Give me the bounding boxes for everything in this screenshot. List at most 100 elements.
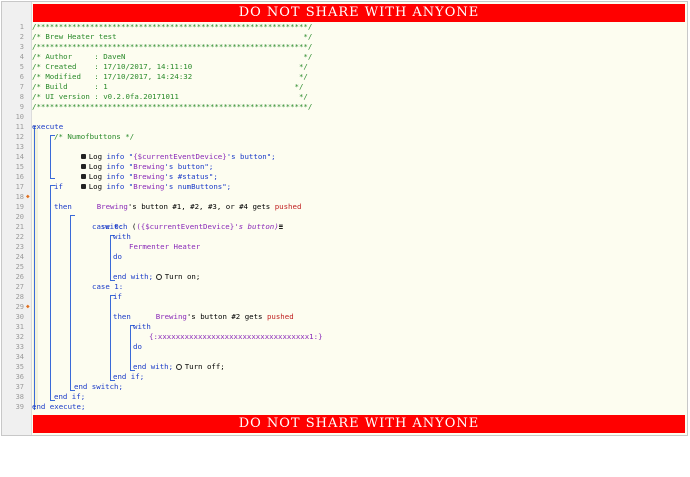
log-statement-2[interactable]: Log info "Brewing's button"; <box>54 152 213 171</box>
condition-event: pushed <box>266 312 294 321</box>
switch-variable: ({$currentEventDevice} <box>136 222 235 231</box>
command-text: Turn on; <box>164 272 201 281</box>
line-number: 26 <box>15 273 24 281</box>
if1-bracket <box>50 185 52 401</box>
line-number: 34 <box>15 353 24 361</box>
log-device: Brewing <box>133 182 165 191</box>
log-label: Log <box>88 182 107 191</box>
with2-device[interactable]: {:xxxxxxxxxxxxxxxxxxxxxxxxxxxxxxxxxx1:} <box>149 332 323 342</box>
line-number: 7 <box>19 83 24 91</box>
code-line-9: /***************************************… <box>32 102 313 111</box>
line-number: 9 <box>19 103 24 111</box>
then1-keyword[interactable]: then <box>54 202 72 212</box>
then2-keyword[interactable]: then <box>113 312 131 322</box>
line-number: 4 <box>19 53 24 61</box>
end-execute[interactable]: end execute; <box>32 402 85 412</box>
with2-keyword[interactable]: with <box>133 322 151 332</box>
numofbuttons-comment[interactable]: /* Numofbuttons */ <box>54 132 134 142</box>
condition-text: 's button #1, #2, #3, or #4 gets <box>127 202 275 211</box>
switch-statement[interactable]: switch (({$currentEventDevice}'s button)… <box>74 212 283 231</box>
line-number: 11 <box>15 123 24 131</box>
line-number: 29 <box>15 303 24 311</box>
line-number: 14 <box>15 153 24 161</box>
turn-off-command[interactable]: Turn off; <box>149 352 225 371</box>
with1-bracket <box>110 235 112 281</box>
line-number: 31 <box>15 323 24 331</box>
code-line-2: /* Brew Heater test */ <box>32 32 313 41</box>
code-line-4: /* Author : DaveN */ <box>32 52 313 61</box>
code-area: DO NOT SHARE WITH ANYONE /**************… <box>32 2 687 435</box>
code-line-5: /* Created : 17/10/2017, 14:11:10 */ <box>32 62 308 71</box>
log-level: info <box>106 182 125 191</box>
end-if1[interactable]: end if; <box>54 392 85 402</box>
end-if2[interactable]: end if; <box>113 372 144 382</box>
line-number: 32 <box>15 333 24 341</box>
condition-device: Brewing <box>96 202 128 211</box>
line-number: 12 <box>15 133 24 141</box>
line-number: 5 <box>19 63 24 71</box>
line-number: 13 <box>15 143 24 151</box>
line-number: 30 <box>15 313 24 321</box>
with1-device[interactable]: Fermenter Heater <box>129 242 200 252</box>
line-number: 1 <box>19 23 24 31</box>
lock-icon <box>80 184 86 189</box>
piston-editor: 1 2 3 4 5 6 7 8 9 10 11 12 13 14 15 16 17 18 19 20 21 22 23 24 2… <box>1 1 688 436</box>
line-number: 21 <box>15 223 24 231</box>
case0-keyword[interactable]: case 0: <box>92 222 123 232</box>
log-suffix: 's button"; <box>226 152 276 161</box>
if1-keyword[interactable]: if <box>54 182 63 192</box>
line-number: 8 <box>19 93 24 101</box>
if2-keyword[interactable]: if <box>113 292 122 302</box>
line-number: 2 <box>19 33 24 41</box>
comment-group-bracket <box>50 135 52 179</box>
if1-condition[interactable]: Brewing's button #1, #2, #3, or #4 gets … <box>70 192 302 211</box>
end-switch[interactable]: end switch; <box>74 382 123 392</box>
line-number: 18 <box>15 193 24 201</box>
line-number: 23 <box>15 243 24 251</box>
line-number: 15 <box>15 163 24 171</box>
do1-keyword[interactable]: do <box>113 252 122 262</box>
condition-event: pushed <box>274 202 302 211</box>
power-icon <box>155 274 162 280</box>
bottom-warning-banner: DO NOT SHARE WITH ANYONE <box>33 415 685 433</box>
code-line-8: /* UI version : v0.2.0fa.20171011 */ <box>32 92 308 101</box>
list-icon[interactable]: ≡ <box>279 222 283 231</box>
line-number: 39 <box>15 403 24 411</box>
log-statement-3[interactable]: Log info "Brewing's #status"; <box>54 162 218 181</box>
turn-on-command[interactable]: Turn on; <box>129 262 200 281</box>
line-number: 20 <box>15 213 24 221</box>
log-statement-1[interactable]: Log info "{$currentEventDevice}'s button… <box>54 142 276 161</box>
top-warning-banner: DO NOT SHARE WITH ANYONE <box>33 4 685 22</box>
line-number: 17 <box>15 183 24 191</box>
code-line-1: /***************************************… <box>32 22 313 31</box>
code-line-3: /***************************************… <box>32 42 313 51</box>
execute-block-bracket <box>34 126 36 410</box>
power-icon <box>175 364 182 370</box>
line-number: 3 <box>19 43 24 51</box>
if2-condition[interactable]: Brewing's button #2 gets pushed <box>129 302 294 321</box>
command-text: Turn off; <box>184 362 225 371</box>
log-suffix: 's numButtons"; <box>164 182 232 191</box>
case1-keyword[interactable]: case 1: <box>92 282 123 292</box>
line-number: 10 <box>15 113 24 121</box>
end-with1[interactable]: end with; <box>113 272 153 282</box>
log-statement-4[interactable]: Log info "Brewing's numButtons"; <box>54 172 231 191</box>
line-number: 22 <box>15 233 24 241</box>
condition-text: 's button #2 gets <box>186 312 267 321</box>
execute-keyword[interactable]: execute <box>32 122 63 132</box>
line-number: 6 <box>19 73 24 81</box>
switch-open: ( <box>127 222 137 231</box>
switch-suffix: 's button) <box>234 222 279 231</box>
line-number: 37 <box>15 383 24 391</box>
end-with2[interactable]: end with; <box>133 362 173 372</box>
line-number: 24 <box>15 253 24 261</box>
line-number: 38 <box>15 393 24 401</box>
if2-bracket <box>110 295 112 381</box>
line-number: 33 <box>15 343 24 351</box>
line-number: 35 <box>15 363 24 371</box>
line-number: 19 <box>15 203 24 211</box>
trigger-marker-icon: ◆ <box>26 193 30 200</box>
do2-keyword[interactable]: do <box>133 342 142 352</box>
with1-keyword[interactable]: with <box>113 232 131 242</box>
line-number: 16 <box>15 173 24 181</box>
